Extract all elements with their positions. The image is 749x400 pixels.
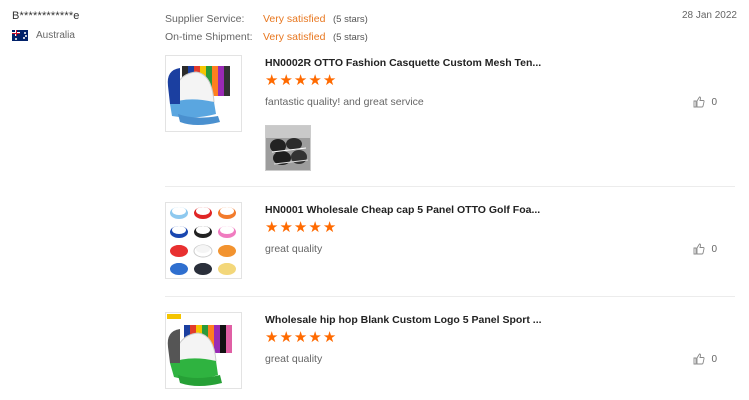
review-photo-thumbnail[interactable]: [265, 125, 311, 171]
buyer-info: B************e Australia: [12, 10, 80, 41]
rating-row-supplier-service: Supplier Service: Very satisfied (5 star…: [165, 10, 368, 28]
thumbs-up-icon: [693, 96, 705, 108]
like-button[interactable]: 0: [693, 353, 717, 365]
product-title-link[interactable]: Wholesale hip hop Blank Custom Logo 5 Pa…: [265, 314, 542, 326]
star-icon: ★: [265, 329, 279, 346]
like-button[interactable]: 0: [693, 243, 717, 255]
product-thumbnail[interactable]: [165, 312, 242, 389]
star-icon: ★: [308, 219, 322, 236]
like-count: 0: [711, 243, 717, 255]
star-icon: ★: [279, 219, 293, 236]
review-comment: fantastic quality! and great service: [265, 96, 424, 108]
star-icon: ★: [265, 219, 279, 236]
review-comment: great quality: [265, 353, 323, 365]
product-thumbnail[interactable]: [165, 55, 242, 132]
rating-value: Very satisfied: [263, 13, 326, 25]
star-icon: ★: [322, 329, 337, 346]
like-count: 0: [711, 96, 717, 108]
star-icon: ★: [279, 72, 293, 89]
star-icon: ★: [322, 219, 337, 236]
review-star-rating: ★ ★ ★ ★ ★: [265, 73, 337, 89]
star-icon: ★: [279, 329, 293, 346]
product-title-link[interactable]: HN0002R OTTO Fashion Casquette Custom Me…: [265, 57, 541, 69]
like-button[interactable]: 0: [693, 96, 717, 108]
buyer-name: B************e: [12, 10, 80, 22]
rating-stars-text: (5 stars): [333, 31, 368, 43]
buyer-country: Australia: [12, 30, 80, 41]
rating-label: On-time Shipment:: [165, 31, 253, 43]
thumbs-up-icon: [693, 353, 705, 365]
review-divider: [165, 296, 735, 297]
review-star-rating: ★ ★ ★ ★ ★: [265, 330, 337, 346]
australia-flag-icon: [12, 30, 28, 41]
star-icon: ★: [308, 72, 322, 89]
product-title-link[interactable]: HN0001 Wholesale Cheap cap 5 Panel OTTO …: [265, 204, 540, 216]
rating-stars-text: (5 stars): [333, 13, 368, 25]
thumbs-up-icon: [693, 243, 705, 255]
review-star-rating: ★ ★ ★ ★ ★: [265, 220, 337, 236]
star-icon: ★: [308, 329, 322, 346]
review-comment: great quality: [265, 243, 323, 255]
star-icon: ★: [322, 72, 337, 89]
country-label: Australia: [36, 30, 75, 41]
rating-label: Supplier Service:: [165, 13, 245, 25]
supplier-ratings: Supplier Service: Very satisfied (5 star…: [165, 10, 368, 46]
rating-row-ontime-shipment: On-time Shipment: Very satisfied (5 star…: [165, 28, 368, 46]
star-icon: ★: [293, 219, 308, 236]
like-count: 0: [711, 353, 717, 365]
rating-value: Very satisfied: [263, 31, 326, 43]
star-icon: ★: [265, 72, 279, 89]
product-thumbnail[interactable]: [165, 202, 242, 279]
star-icon: ★: [293, 72, 308, 89]
review-date: 28 Jan 2022: [681, 10, 737, 21]
review-divider: [165, 186, 735, 187]
star-icon: ★: [293, 329, 308, 346]
